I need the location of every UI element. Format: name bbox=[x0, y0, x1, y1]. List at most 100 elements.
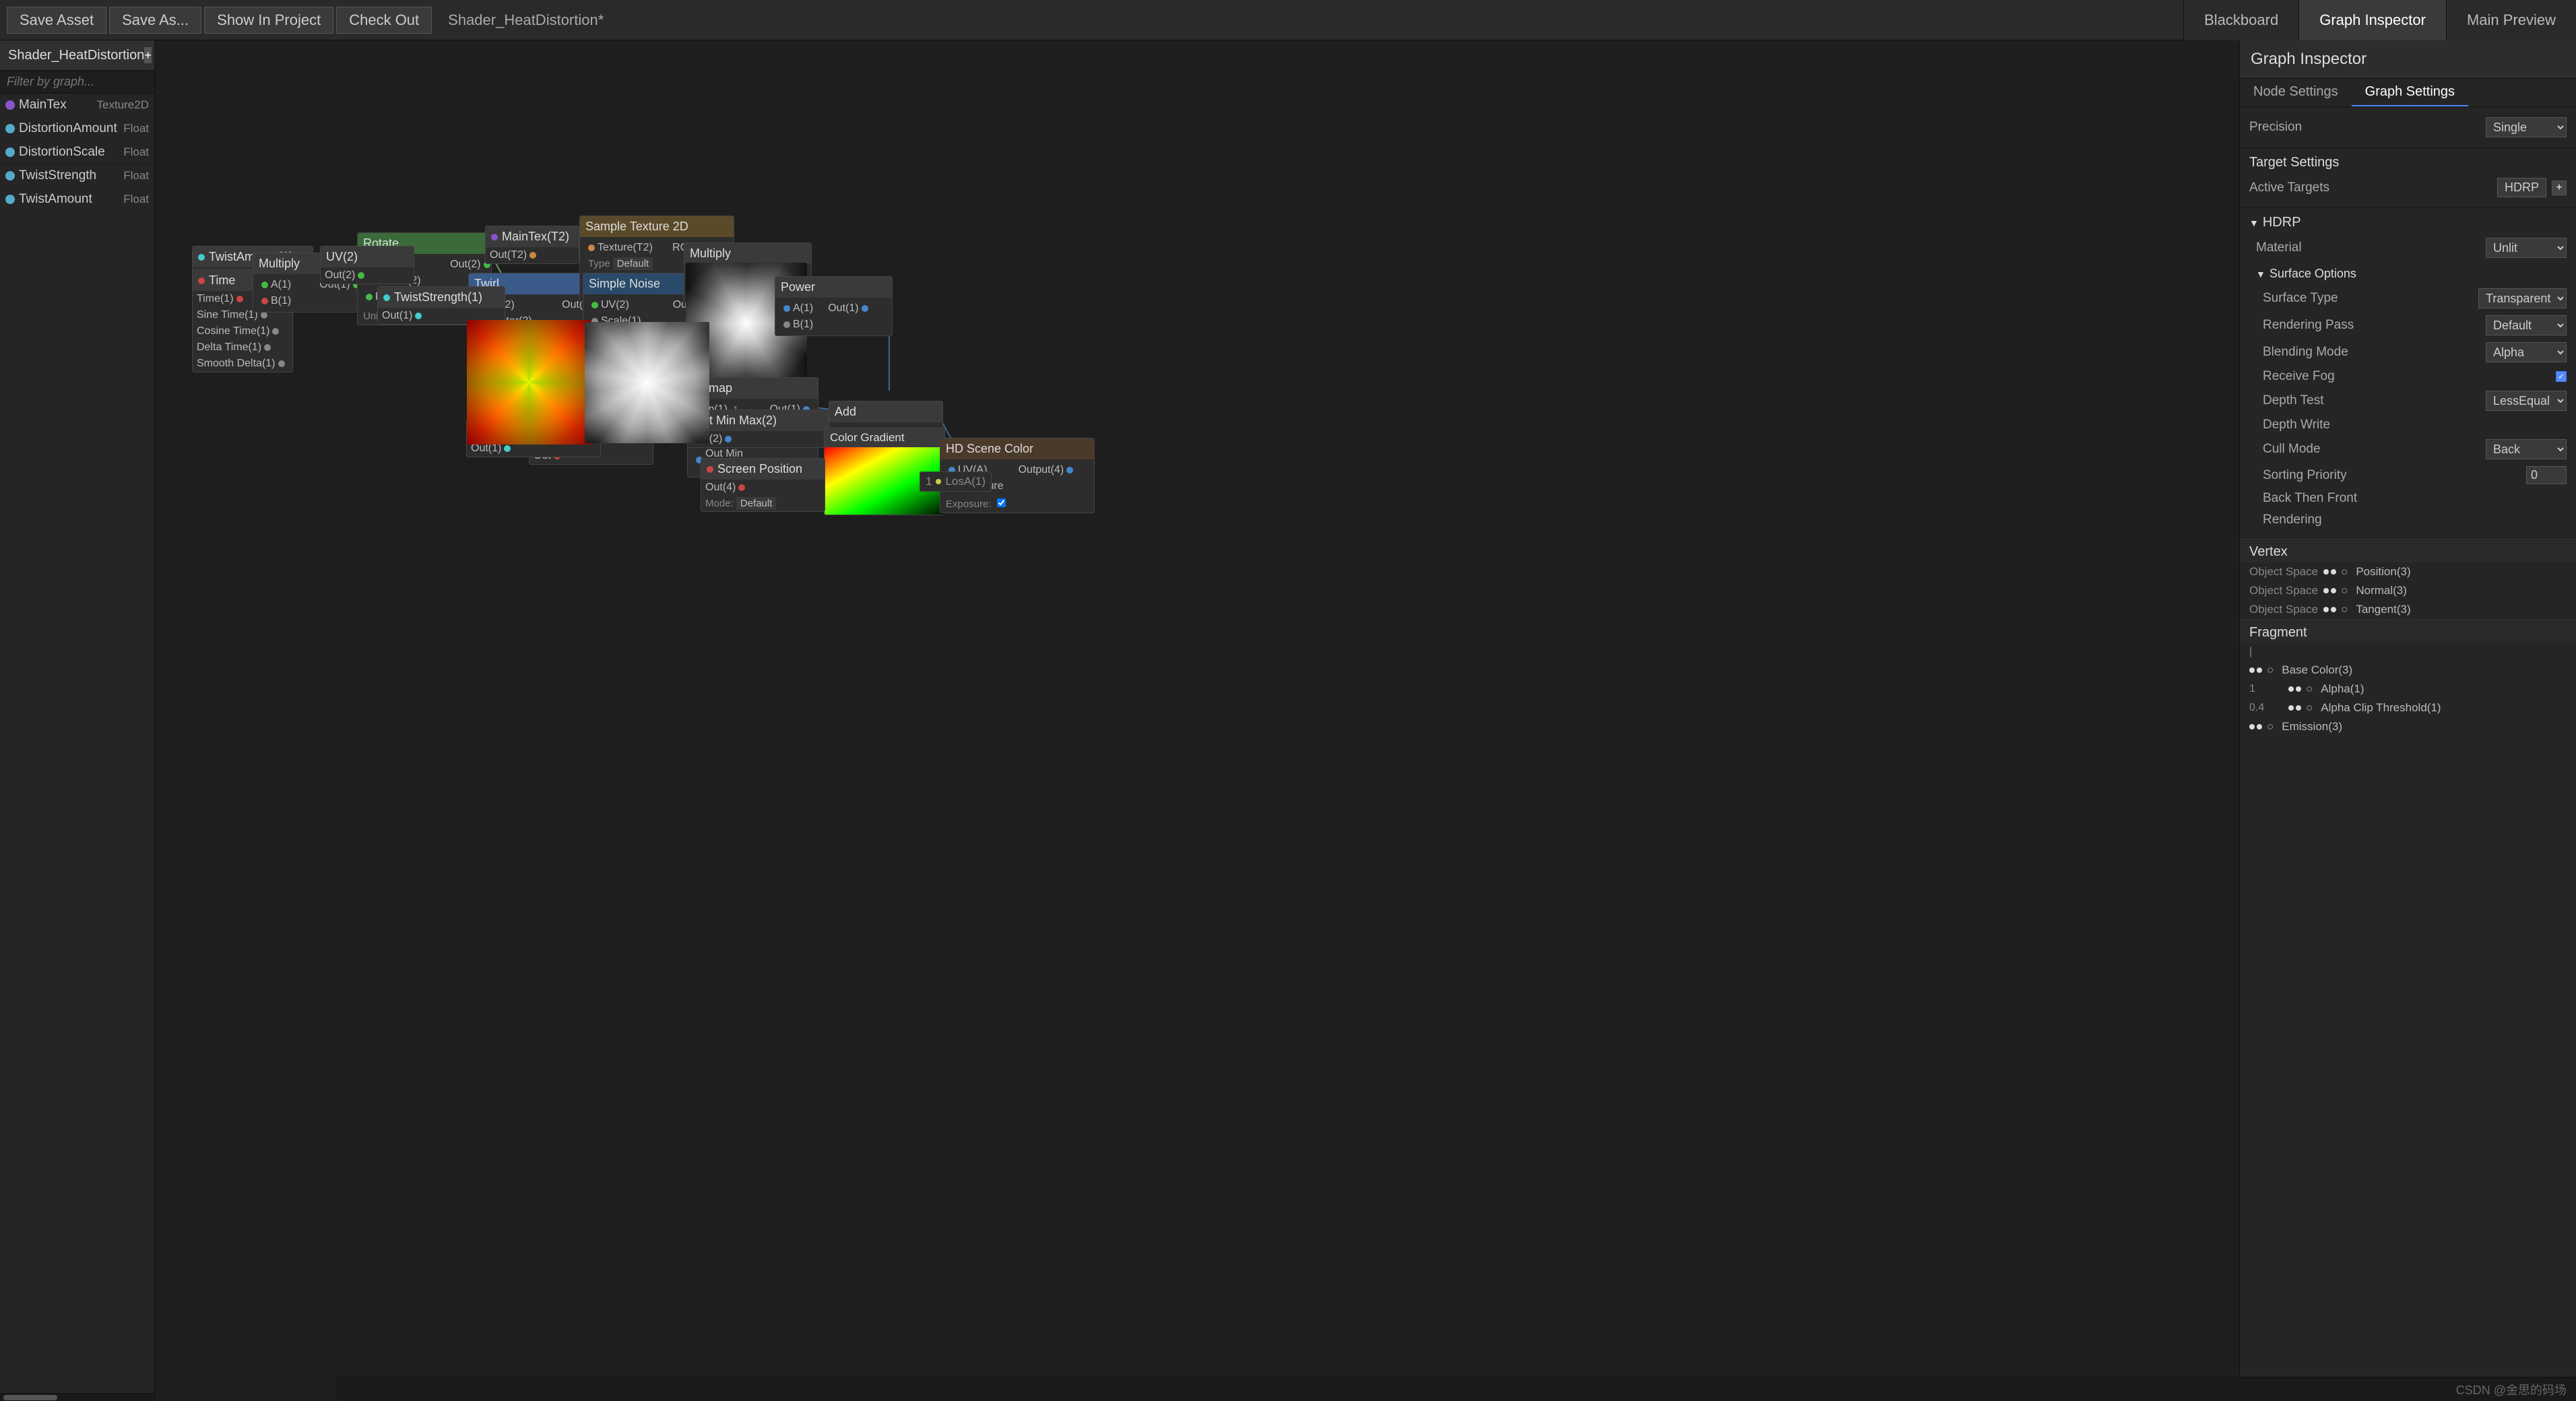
receive-fog-checkbox[interactable]: ✓ bbox=[2556, 371, 2567, 382]
maintex-out: Out(T2) bbox=[486, 247, 579, 263]
surface-type-label: Surface Type bbox=[2263, 291, 2473, 306]
material-dropdown[interactable]: Unlit Lit bbox=[2486, 238, 2567, 258]
inspector-tabs: Node Settings Graph Settings bbox=[2240, 79, 2576, 107]
tab-node-settings[interactable]: Node Settings bbox=[2240, 79, 2352, 106]
node-power-header: Power bbox=[775, 277, 892, 298]
tab-graph-settings[interactable]: Graph Settings bbox=[2352, 79, 2468, 106]
tab-blackboard[interactable]: Blackboard bbox=[2183, 0, 2298, 40]
power-a: A(1) bbox=[779, 300, 817, 317]
fport-dots-emission: ○ bbox=[2249, 720, 2276, 734]
noise-preview bbox=[585, 322, 709, 443]
fragment-basecolor-row: ○ Base Color(3) bbox=[2240, 661, 2576, 680]
back-then-front-row: Back Then Front bbox=[2263, 488, 2567, 509]
dot bbox=[588, 245, 595, 251]
bb-item-twist-amount[interactable]: TwistAmount Float bbox=[0, 188, 154, 211]
add-target-button[interactable]: + bbox=[2552, 181, 2567, 195]
tab-main-preview[interactable]: Main Preview bbox=[2446, 0, 2576, 40]
cull-mode-dropdown[interactable]: Back Front Off bbox=[2486, 439, 2567, 459]
exposure-checkbox[interactable] bbox=[997, 498, 1006, 507]
node-multiply-right-header: Multiply bbox=[684, 243, 811, 264]
cull-mode-row: Cull Mode Back Front Off bbox=[2263, 436, 2567, 463]
dot bbox=[591, 302, 598, 308]
dot bbox=[529, 252, 536, 259]
top-bar: Save Asset Save As... Show In Project Ch… bbox=[0, 0, 2576, 40]
bb-item-distortion-scale[interactable]: DistortionScale Float bbox=[0, 141, 154, 164]
port-dot-time bbox=[236, 296, 243, 302]
bb-item-type-distortion-scale: Float bbox=[123, 145, 149, 159]
dot bbox=[1066, 467, 1073, 474]
sampletex-tex: Texture(T2) bbox=[584, 240, 662, 256]
bb-dot-twist-amount bbox=[5, 195, 15, 204]
save-asset-button[interactable]: Save Asset bbox=[7, 7, 106, 34]
dot bbox=[383, 294, 390, 301]
sorting-priority-input[interactable] bbox=[2526, 466, 2567, 484]
surface-type-row: Surface Type Transparent Opaque bbox=[2263, 285, 2567, 312]
node-maintex[interactable]: MainTex(T2) Out(T2) bbox=[485, 226, 579, 264]
hd-out: Output(4) bbox=[1015, 462, 1078, 478]
bb-item-distortion-amount[interactable]: DistortionAmount Float bbox=[0, 117, 154, 141]
hdrp-sub-section: Material Unlit Lit ▼ Surface Options Sur… bbox=[2256, 234, 2567, 531]
bb-item-name-twist-strength: TwistStrength bbox=[19, 168, 119, 183]
node-uv-lt-header: UV(2) bbox=[321, 247, 414, 267]
rendering-pass-dropdown[interactable]: Default bbox=[2486, 315, 2567, 335]
node-uv-lt-out: Out(2) bbox=[321, 267, 414, 284]
filter-input[interactable] bbox=[0, 71, 154, 94]
depth-test-label: Depth Test bbox=[2263, 393, 2480, 408]
hdrp-section-title: ▼ HDRP bbox=[2249, 215, 2567, 230]
fport-dots-alpha-clip: ○ bbox=[2288, 701, 2315, 715]
node-power[interactable]: Power A(1) B(1) Out(1) bbox=[775, 276, 893, 336]
node-twiststrength[interactable]: TwistStrength(1) Out(1) bbox=[377, 286, 505, 325]
node-screen-position[interactable]: Screen Position Out(4) Mode: Default bbox=[701, 458, 825, 512]
surface-options-sub: Surface Type Transparent Opaque Renderin… bbox=[2263, 285, 2567, 531]
bb-dot-twist-strength bbox=[5, 171, 15, 181]
bb-item-maintex[interactable]: MainTex Texture2D bbox=[0, 94, 154, 117]
port-dot-a bbox=[261, 282, 268, 288]
status-bar: CSDN @金思的码场 bbox=[337, 1377, 2576, 1401]
exposure-value-node[interactable]: 1 LosA(1) bbox=[920, 471, 992, 492]
cull-mode-label: Cull Mode bbox=[2263, 442, 2480, 457]
dot bbox=[783, 305, 790, 312]
node-maintex-header: MainTex(T2) bbox=[486, 226, 579, 247]
save-as-button[interactable]: Save As... bbox=[109, 7, 201, 34]
surface-type-dropdown[interactable]: Transparent Opaque bbox=[2478, 288, 2567, 308]
add-property-button[interactable]: + bbox=[144, 47, 152, 63]
node-uv-lt[interactable]: UV(2) Out(2) bbox=[320, 246, 414, 284]
tab-graph-inspector[interactable]: Graph Inspector bbox=[2298, 0, 2446, 40]
dot-out bbox=[358, 272, 364, 279]
cursor-indicator: | bbox=[2240, 643, 2576, 661]
depth-test-row: Depth Test LessEqual bbox=[2263, 387, 2567, 414]
sorting-priority-label: Sorting Priority bbox=[2263, 468, 2521, 483]
blending-mode-dropdown[interactable]: Alpha Additive bbox=[2486, 342, 2567, 362]
fragment-section-divider: Fragment bbox=[2240, 619, 2576, 643]
bb-item-type-twist-amount: Float bbox=[123, 193, 149, 206]
depth-write-row: Depth Write bbox=[2263, 414, 2567, 436]
bb-item-twist-strength[interactable]: TwistStrength Float bbox=[0, 164, 154, 188]
shader-title-bar: Shader_HeatDistortion + bbox=[0, 40, 154, 71]
node-sampletex-header: Sample Texture 2D bbox=[580, 216, 734, 237]
node-time-port-cosine: Cosine Time(1) bbox=[193, 323, 292, 339]
main-layout: Shader_HeatDistortion + MainTex Texture2… bbox=[0, 40, 2576, 1401]
collapse-arrow-surface[interactable]: ▼ bbox=[2256, 269, 2265, 280]
active-targets-label: Active Targets bbox=[2249, 181, 2492, 195]
show-in-project-button[interactable]: Show In Project bbox=[204, 7, 333, 34]
bb-item-name-distortion-amount: DistortionAmount bbox=[19, 121, 119, 136]
active-targets-row: Active Targets HDRP + bbox=[2249, 174, 2567, 201]
graph-inspector-title: Graph Inspector bbox=[2240, 40, 2576, 79]
dot bbox=[862, 305, 868, 312]
graph-canvas[interactable]: TwistAmount(1) Out(1) Time Time(1) Sine … bbox=[155, 40, 2239, 1401]
depth-test-dropdown[interactable]: LessEqual bbox=[2486, 391, 2567, 411]
hdrp-section: ▼ HDRP Material Unlit Lit ▼ Surface Opti… bbox=[2240, 208, 2576, 538]
bb-item-type-twist-strength: Float bbox=[123, 169, 149, 183]
dot bbox=[415, 313, 422, 319]
bb-item-name-twist-amount: TwistAmount bbox=[19, 192, 119, 207]
precision-dropdown[interactable]: Single Half bbox=[2486, 117, 2567, 137]
bb-dot-maintex bbox=[5, 100, 15, 110]
collapse-arrow-icon[interactable]: ▼ bbox=[2249, 218, 2259, 228]
target-settings-section: Target Settings Active Targets HDRP + bbox=[2240, 148, 2576, 208]
power-b: B(1) bbox=[779, 317, 817, 333]
check-out-button[interactable]: Check Out bbox=[336, 7, 432, 34]
bb-scrollbar[interactable] bbox=[0, 1393, 154, 1401]
dot-rotation bbox=[366, 294, 373, 300]
blending-mode-row: Blending Mode Alpha Additive bbox=[2263, 339, 2567, 366]
bb-dot-distortion-amount bbox=[5, 124, 15, 133]
